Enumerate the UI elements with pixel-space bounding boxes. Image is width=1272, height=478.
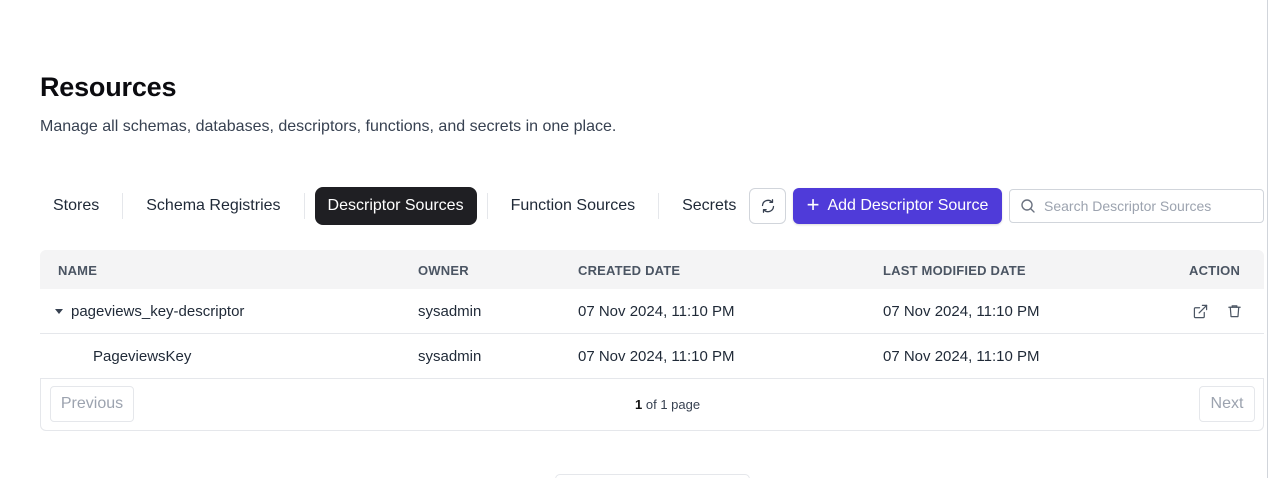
add-button-label: Add Descriptor Source bbox=[827, 197, 989, 214]
tab-divider bbox=[486, 193, 488, 219]
next-button[interactable]: Next bbox=[1199, 386, 1255, 422]
resource-tabs: Stores Schema Registries Descriptor Sour… bbox=[40, 186, 749, 226]
search-box bbox=[1009, 189, 1264, 223]
page-title: Resources bbox=[40, 72, 177, 102]
cell-owner: sysadmin bbox=[418, 303, 482, 320]
tab-divider bbox=[303, 193, 305, 219]
column-header-action: ACTION bbox=[1189, 263, 1241, 278]
tab-stores[interactable]: Stores bbox=[40, 187, 112, 225]
refresh-icon bbox=[761, 199, 774, 213]
pagination: Previous 1 of 1 page Next bbox=[40, 378, 1264, 431]
trash-icon[interactable] bbox=[1225, 302, 1243, 320]
cell-created-date: 07 Nov 2024, 11:10 PM bbox=[578, 348, 735, 365]
table-row: PageviewsKey sysadmin 07 Nov 2024, 11:10… bbox=[40, 334, 1264, 379]
page-count-text: of 1 page bbox=[645, 397, 701, 412]
cell-owner: sysadmin bbox=[418, 348, 482, 365]
table-header: NAME OWNER CREATED DATE LAST MODIFIED DA… bbox=[40, 250, 1264, 289]
window-edge bbox=[1267, 0, 1268, 478]
page-subtitle: Manage all schemas, databases, descripto… bbox=[40, 118, 617, 135]
cell-name[interactable]: PageviewsKey bbox=[93, 348, 191, 365]
cell-created-date: 07 Nov 2024, 11:10 PM bbox=[578, 303, 735, 320]
cell-modified-date: 07 Nov 2024, 11:10 PM bbox=[883, 348, 1040, 365]
plus-icon: + bbox=[806, 192, 820, 217]
open-external-icon[interactable] bbox=[1191, 302, 1209, 320]
expand-caret-icon[interactable] bbox=[55, 309, 63, 314]
column-header-name[interactable]: NAME bbox=[58, 263, 97, 278]
search-input[interactable] bbox=[1044, 198, 1254, 214]
tab-divider bbox=[122, 193, 124, 219]
tab-descriptor-sources[interactable]: Descriptor Sources bbox=[314, 187, 477, 225]
column-header-owner[interactable]: OWNER bbox=[418, 263, 469, 278]
refresh-button[interactable] bbox=[749, 188, 786, 224]
search-icon bbox=[1021, 199, 1035, 213]
previous-button[interactable]: Previous bbox=[50, 386, 134, 422]
cell-name[interactable]: pageviews_key-descriptor bbox=[71, 303, 244, 320]
bottom-panel-edge bbox=[555, 474, 750, 478]
tab-secrets[interactable]: Secrets bbox=[669, 187, 749, 225]
column-header-modified[interactable]: LAST MODIFIED DATE bbox=[883, 263, 1026, 278]
current-page-number: 1 bbox=[635, 397, 643, 412]
cell-modified-date: 07 Nov 2024, 11:10 PM bbox=[883, 303, 1040, 320]
table-row: pageviews_key-descriptor sysadmin 07 Nov… bbox=[40, 289, 1264, 334]
tab-function-sources[interactable]: Function Sources bbox=[498, 187, 649, 225]
column-header-created[interactable]: CREATED DATE bbox=[578, 263, 680, 278]
add-descriptor-source-button[interactable]: + Add Descriptor Source bbox=[793, 188, 1002, 224]
page-indicator: 1 of 1 page bbox=[635, 397, 700, 412]
tab-schema-registries[interactable]: Schema Registries bbox=[133, 187, 293, 225]
descriptor-table: NAME OWNER CREATED DATE LAST MODIFIED DA… bbox=[40, 250, 1264, 379]
tab-divider bbox=[658, 193, 660, 219]
